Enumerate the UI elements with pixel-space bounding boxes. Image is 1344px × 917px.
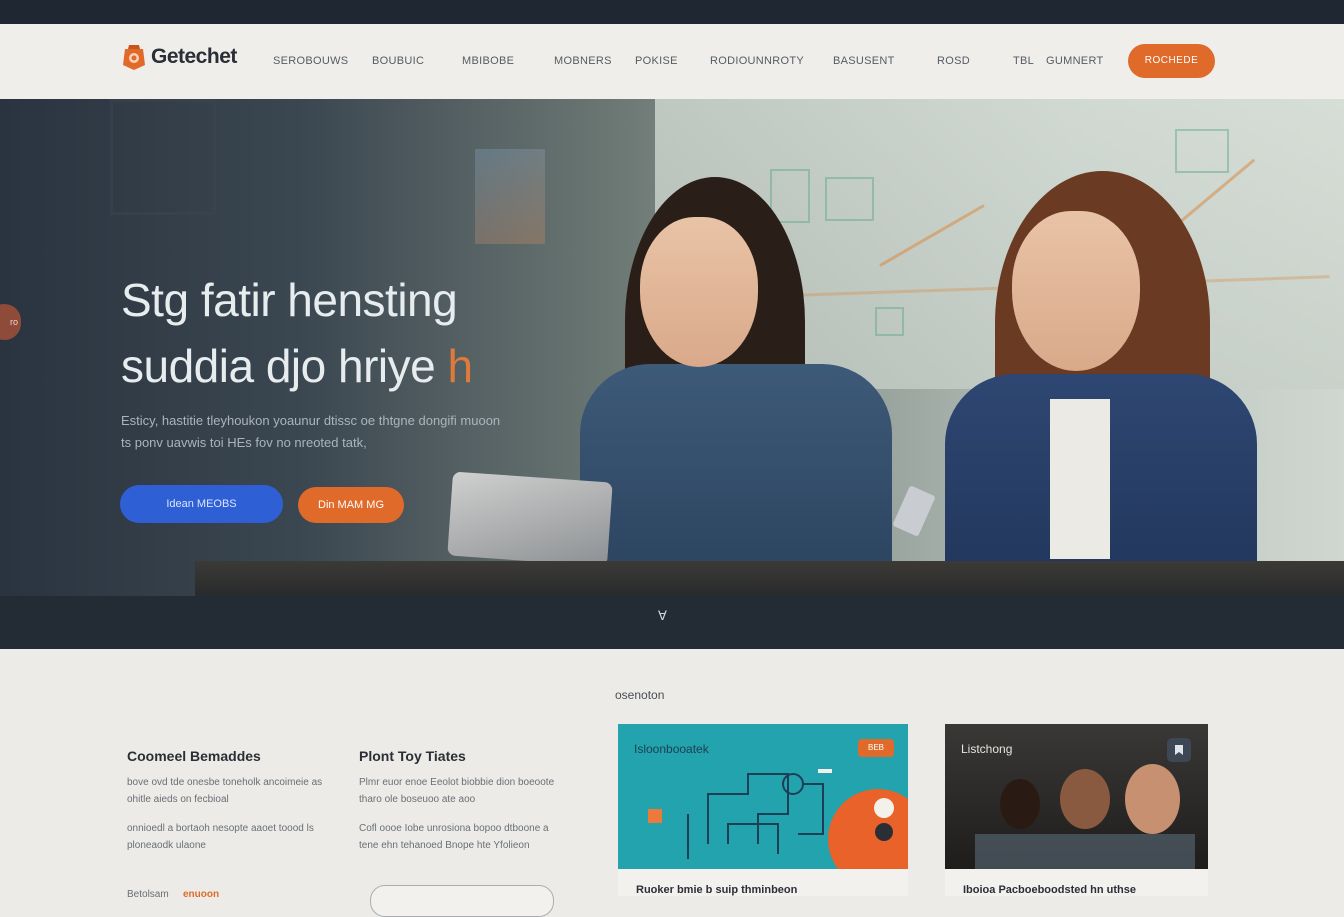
hero-description: Esticy, hastitie tleyhoukon yoaunur dtis… [121,410,561,454]
tablet-device [447,471,613,567]
nav-link[interactable]: SEROBOUWS [273,55,348,67]
face [640,217,758,367]
section-kicker: osenoton [615,688,665,702]
whiteboard-shape [1175,129,1229,173]
hero-secondary-button[interactable]: Din MAM MG [298,487,404,523]
phone-device [892,485,936,537]
nav-link[interactable]: GUMNERT [1046,55,1104,67]
hero-section: ∀ ro Stg fatir hensting suddia djo hriye… [0,99,1344,649]
side-tab[interactable]: ro [0,304,21,340]
card-badge: BEB [858,739,894,757]
carousel-indicator[interactable]: ∀ [658,608,688,628]
nav-link[interactable]: BOUBUIC [372,55,424,67]
card-caption: Iboioa Pacboeboodsted hn uthse [963,884,1136,896]
feature-tag-accent[interactable]: enuoon [183,889,219,900]
outline-button[interactable] [370,885,554,917]
feature-title: Plont Toy Tiates [359,748,466,764]
brand-logo[interactable]: Getechet [121,43,237,71]
feature-title: Coomeel Bemaddes [127,748,261,764]
feature-text: Plmr euor enoe Eeolot biobbie dion boeoo… [359,777,555,805]
hero-primary-button[interactable]: Idean MEOBS [120,485,283,523]
hero-title-line-2: suddia djo hriye [121,340,436,392]
photo-person [1060,769,1110,829]
hero-background-shelf [110,99,216,215]
logo-icon [123,45,145,70]
nav-link[interactable]: MOBNERS [554,55,612,67]
bookmark-icon[interactable] [1167,738,1191,762]
nav-link[interactable]: RODIOUNNROTY [710,55,804,67]
hero-description-line: ts ponv uavwis toi HEs fov no nreoted ta… [121,435,367,450]
card-label: Listchong [961,742,1013,756]
whiteboard-shape [825,177,874,221]
photo-foreground [975,834,1195,869]
hero-description-line: Esticy, hastitie tleyhoukon yoaunur dtis… [121,413,501,428]
content-card[interactable]: Listchong Iboioa Pacboeboodsted hn uthse [945,724,1208,896]
shirt [580,364,892,574]
hero-title-line-1: Stg fatir hensting [121,274,458,326]
whiteboard-shape [875,307,904,336]
desk [195,561,1344,601]
nav-cta-button[interactable]: ROCHEDE [1128,44,1215,78]
nav-link[interactable]: ROSD [937,55,970,67]
brand-name: Getechet [151,45,237,68]
navbar: Getechet SEROBOUWS BOUBUIC MBIBOBE MOBNE… [0,24,1344,99]
card-label: Isloonbooatek [634,742,709,756]
feature-block: Coomeel Bemaddes bove ovd tde onesbe ton… [127,748,337,866]
photo-person [1125,764,1180,834]
hero-background-poster [475,149,545,244]
card-caption: Ruoker bmie b suip thminbeon [636,884,798,896]
face [1012,211,1140,371]
top-utility-bar [0,0,1344,24]
feature-text: bove ovd tde onesbe toneholk ancoimeie a… [127,777,323,805]
nav-link[interactable]: POKISE [635,55,678,67]
content-card[interactable]: Isloonbooatek BEB Ruoker bmie b suip thm… [618,724,908,896]
feature-tag: Betolsam [127,889,169,900]
nav-link[interactable]: TBL [1013,55,1034,67]
feature-text: Cofl oooe Iobe unrosiona bopoo dtboone a… [359,823,549,851]
hero-title: Stg fatir hensting suddia djo hriye h [121,267,601,399]
nav-link[interactable]: BASUSENT [833,55,895,67]
photo-person [1000,779,1040,829]
nav-link[interactable]: MBIBOBE [462,55,514,67]
blouse [1050,399,1110,559]
feature-block: Plont Toy Tiates Plmr euor enoe Eeolot b… [359,748,569,866]
feature-text: onnioedl a bortaoh nesopte aaoet toood l… [127,823,314,851]
hero-title-accent: h [447,340,473,392]
